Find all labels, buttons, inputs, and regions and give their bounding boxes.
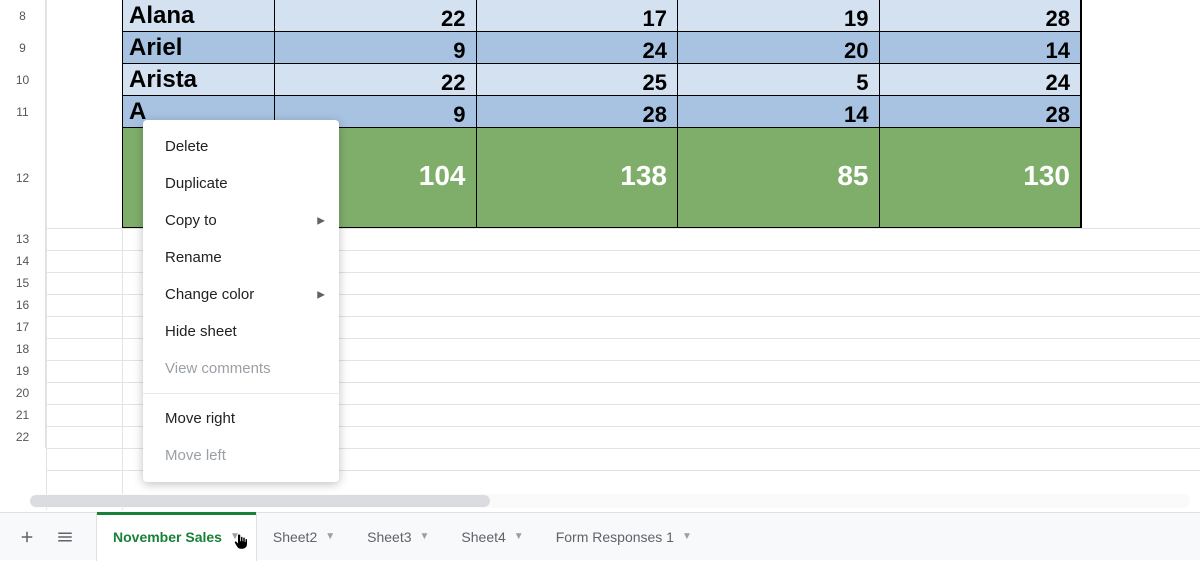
row-header-12[interactable]: 12: [0, 128, 46, 228]
data-row-8[interactable]: Alana 22 17 19 28: [122, 0, 1082, 32]
cell[interactable]: 22: [275, 64, 477, 95]
menu-move-right[interactable]: Move right: [143, 400, 339, 437]
sheet-tab-context-menu: Delete Duplicate Copy to▶ Rename Change …: [143, 120, 339, 482]
cell-total[interactable]: 138: [477, 128, 679, 227]
menu-view-comments: View comments: [143, 350, 339, 387]
row-header-20[interactable]: 20: [0, 382, 46, 404]
cell[interactable]: 19: [678, 0, 880, 31]
scrollbar-thumb[interactable]: [30, 495, 490, 507]
sheet-tab[interactable]: Sheet3 ▼: [351, 513, 445, 561]
plus-icon: [18, 528, 36, 546]
cell[interactable]: 24: [880, 64, 1082, 95]
sheet-tab[interactable]: Sheet4 ▼: [445, 513, 539, 561]
cell[interactable]: 20: [678, 32, 880, 63]
menu-change-color[interactable]: Change color▶: [143, 276, 339, 313]
cell[interactable]: 28: [880, 96, 1082, 127]
chevron-down-icon[interactable]: ▼: [682, 531, 692, 542]
menu-separator: [143, 393, 339, 394]
chevron-down-icon[interactable]: ▼: [420, 531, 430, 542]
row-header-14[interactable]: 14: [0, 250, 46, 272]
row-header-10[interactable]: 10: [0, 64, 46, 96]
cell[interactable]: 9: [275, 32, 477, 63]
cell-name[interactable]: Alana: [123, 0, 275, 31]
sheet-tab-label: November Sales: [113, 529, 222, 545]
sheet-tab-bar: November Sales ▼ Sheet2 ▼ Sheet3 ▼ Sheet…: [0, 512, 1200, 560]
sheet-tab[interactable]: Sheet2 ▼: [257, 513, 351, 561]
menu-rename[interactable]: Rename: [143, 239, 339, 276]
cell[interactable]: 14: [678, 96, 880, 127]
data-row-9[interactable]: Ariel 9 24 20 14: [122, 31, 1082, 64]
row-header-11[interactable]: 11: [0, 96, 46, 128]
menu-move-left: Move left: [143, 437, 339, 474]
menu-copy-to[interactable]: Copy to▶: [143, 202, 339, 239]
sheet-tab-label: Sheet2: [273, 529, 317, 545]
chevron-down-icon[interactable]: ▼: [514, 531, 524, 542]
menu-hide-sheet[interactable]: Hide sheet: [143, 313, 339, 350]
sheet-tab-label: Sheet4: [461, 529, 505, 545]
cell[interactable]: 28: [477, 96, 679, 127]
cell-name[interactable]: Arista: [123, 64, 275, 95]
row-header-8[interactable]: 8: [0, 0, 46, 32]
menu-duplicate[interactable]: Duplicate: [143, 165, 339, 202]
spreadsheet-grid[interactable]: 8 9 10 11 12 13 14 15 16 17 18 19 20 21 …: [0, 0, 1200, 510]
row-header-15[interactable]: 15: [0, 272, 46, 294]
cell[interactable]: 17: [477, 0, 679, 31]
chevron-down-icon[interactable]: ▼: [325, 531, 335, 542]
all-sheets-button[interactable]: [46, 518, 84, 556]
chevron-right-icon: ▶: [317, 289, 325, 300]
row-header-21[interactable]: 21: [0, 404, 46, 426]
chevron-down-icon[interactable]: ▼: [230, 531, 240, 542]
chevron-right-icon: ▶: [317, 215, 325, 226]
cell-total[interactable]: 130: [880, 128, 1082, 227]
cell-name[interactable]: Ariel: [123, 32, 275, 63]
row-header-17[interactable]: 17: [0, 316, 46, 338]
data-row-10[interactable]: Arista 22 25 5 24: [122, 63, 1082, 96]
cell[interactable]: 25: [477, 64, 679, 95]
sheet-tab-active[interactable]: November Sales ▼: [96, 513, 257, 561]
row-header-13[interactable]: 13: [0, 228, 46, 250]
cell[interactable]: 14: [880, 32, 1082, 63]
cell-total[interactable]: 85: [678, 128, 880, 227]
row-header-16[interactable]: 16: [0, 294, 46, 316]
cursor-pointer-icon: [232, 533, 250, 551]
sheet-tab[interactable]: Form Responses 1 ▼: [540, 513, 708, 561]
row-header-22[interactable]: 22: [0, 426, 46, 448]
cell[interactable]: 28: [880, 0, 1082, 31]
row-header-18[interactable]: 18: [0, 338, 46, 360]
menu-icon: [56, 528, 74, 546]
add-sheet-button[interactable]: [8, 518, 46, 556]
menu-delete[interactable]: Delete: [143, 128, 339, 165]
sheet-tab-label: Form Responses 1: [556, 529, 674, 545]
cell[interactable]: 22: [275, 0, 477, 31]
horizontal-scrollbar[interactable]: [30, 494, 1190, 508]
cell[interactable]: 24: [477, 32, 679, 63]
row-header-19[interactable]: 19: [0, 360, 46, 382]
cell[interactable]: 5: [678, 64, 880, 95]
row-header-9[interactable]: 9: [0, 32, 46, 64]
sheet-tab-label: Sheet3: [367, 529, 411, 545]
